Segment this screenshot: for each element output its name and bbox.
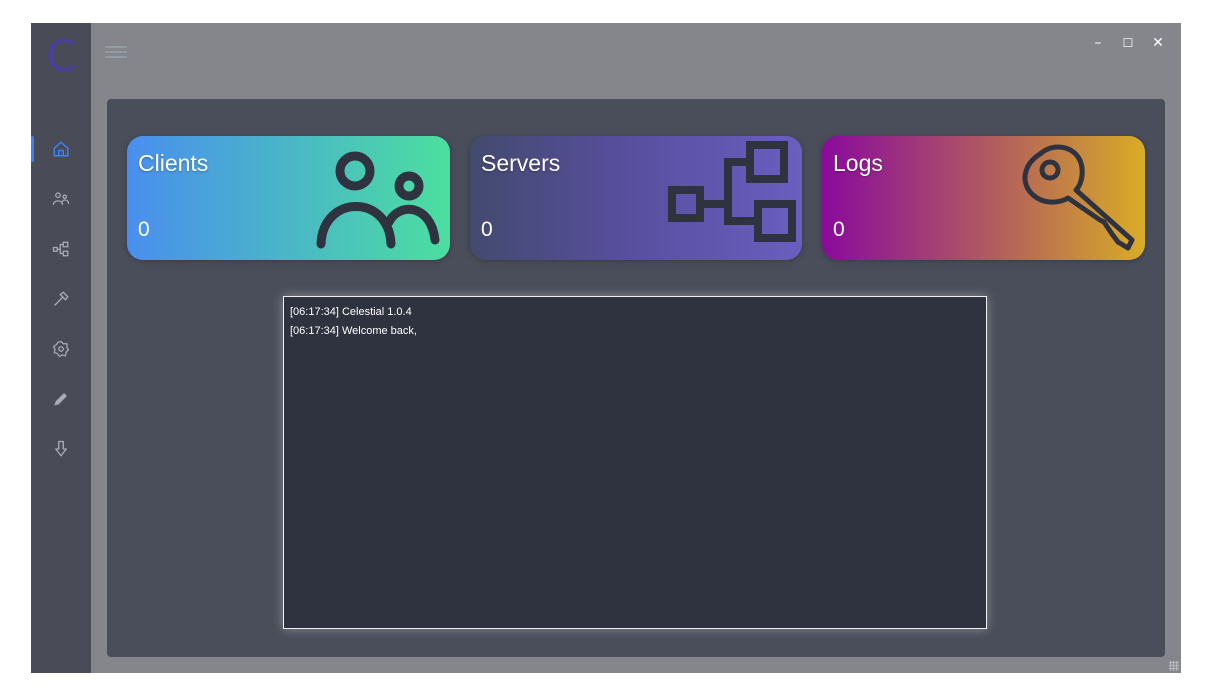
- maximize-button[interactable]: ☐: [1117, 33, 1139, 53]
- app-logo: C: [46, 31, 77, 81]
- logs-card-title: Logs: [833, 150, 883, 176]
- hamburger-menu-button[interactable]: [105, 43, 127, 61]
- minimize-button[interactable]: –: [1087, 33, 1109, 53]
- users-icon: [52, 192, 70, 205]
- console-line: [06:17:34] Welcome back,: [290, 325, 417, 337]
- console-line: [06:17:34] Celestial 1.0.4: [290, 306, 412, 318]
- sidebar-item-settings[interactable]: [31, 331, 91, 367]
- maximize-icon: ☐: [1122, 36, 1134, 50]
- network-icon: [668, 141, 796, 242]
- close-button[interactable]: ✕: [1147, 33, 1169, 53]
- menu-icon-bar: [105, 51, 127, 53]
- clients-card-title: Clients: [138, 150, 209, 176]
- sidebar: C: [31, 23, 91, 673]
- svg-text:C: C: [46, 31, 77, 81]
- resize-grip[interactable]: [1169, 661, 1179, 671]
- close-icon: ✕: [1152, 35, 1164, 51]
- sidebar-item-download[interactable]: [31, 431, 91, 467]
- menu-icon-bar: [105, 56, 127, 58]
- download-icon: [55, 440, 67, 457]
- menu-icon-bar: [105, 46, 127, 48]
- home-icon: [53, 141, 69, 157]
- key-icon: [1022, 144, 1135, 251]
- users-icon: [316, 151, 440, 249]
- clients-card[interactable]: Clients 0: [127, 136, 450, 260]
- sidebar-item-builder[interactable]: [31, 281, 91, 317]
- sidebar-item-clients[interactable]: [31, 181, 91, 217]
- clients-count: 0: [138, 218, 150, 241]
- sidebar-item-home[interactable]: [31, 131, 91, 167]
- main-content: Clients 0 Servers 0 Logs 0 [06:17:34] Ce…: [107, 99, 1165, 657]
- sidebar-item-edit[interactable]: [31, 381, 91, 417]
- logs-count: 0: [833, 218, 845, 241]
- sidebar-item-servers[interactable]: [31, 231, 91, 267]
- pencil-icon: [54, 393, 67, 406]
- hammer-icon: [54, 291, 69, 306]
- network-icon: [52, 241, 69, 257]
- console-log[interactable]: [06:17:34] Celestial 1.0.4 [06:17:34] We…: [283, 296, 987, 629]
- logs-card[interactable]: Logs 0: [822, 136, 1145, 260]
- servers-card-title: Servers: [481, 150, 561, 176]
- settings-icon: [52, 340, 70, 358]
- app-window: C – ☐ ✕ Clients 0 Servers 0 Logs 0 [06:1…: [31, 23, 1181, 673]
- minimize-icon: –: [1094, 35, 1102, 51]
- servers-card[interactable]: Servers 0: [470, 136, 802, 260]
- servers-count: 0: [481, 218, 493, 241]
